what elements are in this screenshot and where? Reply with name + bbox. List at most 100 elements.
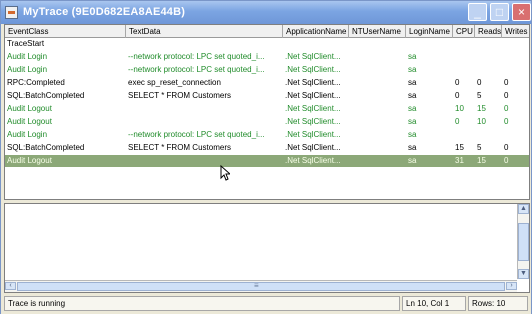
table-row[interactable]: Audit Login --network protocol: LPC set q… [5, 129, 529, 141]
table-cell-eventclass: Audit Logout [7, 104, 52, 113]
table-cell-applicationname: .Net SqlClient... [285, 117, 341, 126]
close-button[interactable]: × [512, 3, 531, 21]
table-cell-reads [475, 51, 502, 63]
table-cell-applicationname: .Net SqlClient... [285, 156, 341, 165]
table-cell-loginname: sa [408, 156, 417, 165]
table-cell-loginname: sa [408, 104, 417, 113]
table-cell-eventclass: Audit Login [7, 52, 48, 61]
table-cell-applicationname: .Net SqlClient... [285, 52, 341, 61]
scroll-up-button[interactable]: ▲ [518, 204, 529, 214]
table-cell-textdata: --network protocol: LPC set quoted_i... [128, 52, 265, 61]
table-cell-cpu: 15 [455, 143, 464, 152]
table-row[interactable]: Audit Logout .Net SqlClient... sa 0 10 0 [5, 116, 529, 128]
table-cell-loginname: sa [408, 117, 417, 126]
table-cell-cpu: 0 [455, 91, 460, 100]
table-cell-writes: 0 [504, 104, 509, 113]
table-cell-reads: 5 [477, 91, 482, 100]
column-header-reads[interactable]: Reads [475, 25, 502, 38]
table-cell-applicationname: .Net SqlClient... [285, 78, 341, 87]
table-cell-ntusername [349, 103, 406, 115]
table-row[interactable]: Audit Login --network protocol: LPC set q… [5, 51, 529, 63]
table-cell-eventclass: TraceStart [7, 39, 45, 48]
column-header-loginname[interactable]: LoginName [406, 25, 453, 38]
table-row[interactable]: TraceStart [5, 38, 529, 50]
table-cell-ntusername [349, 38, 406, 50]
sql-trace-window: MyTrace (9E0D682EA8AE44B) _ □ × EventCla… [0, 0, 532, 314]
table-cell-ntusername [349, 142, 406, 154]
column-header-textdata[interactable]: TextData [126, 25, 283, 38]
event-detail-pane[interactable]: ▲ ▼ ‹ › [4, 203, 530, 293]
table-cell-reads: 5 [477, 143, 482, 152]
table-cell-cpu: 31 [455, 156, 464, 165]
table-cell-applicationname [283, 38, 349, 50]
detail-horizontal-thumb[interactable] [17, 281, 505, 291]
trace-status: Trace is running [4, 296, 400, 311]
table-cell-eventclass: SQL:BatchCompleted [7, 143, 85, 152]
table-cell-loginname: sa [408, 91, 417, 100]
detail-vertical-thumb[interactable] [518, 223, 529, 261]
table-row[interactable]: RPC:Completed exec sp_reset_connection .Ne… [5, 77, 529, 89]
table-cell-textdata: --network protocol: LPC set quoted_i... [128, 130, 265, 139]
table-cell-applicationname: .Net SqlClient... [285, 130, 341, 139]
table-row[interactable]: Audit Logout .Net SqlClient... sa 10 15 0 [5, 103, 529, 115]
table-cell-ntusername [349, 51, 406, 63]
detail-horizontal-scrollbar[interactable]: ‹ › [5, 280, 517, 292]
table-cell-cpu [453, 64, 475, 76]
table-cell-reads [475, 38, 502, 50]
scroll-down-button[interactable]: ▼ [518, 269, 529, 279]
table-cell-writes [502, 129, 529, 141]
detail-vertical-scrollbar[interactable]: ▲ ▼ [517, 204, 529, 279]
trace-results-grid[interactable]: EventClass TextData ApplicationName NTUs… [4, 24, 530, 200]
detail-scroll-right-button[interactable]: › [506, 282, 517, 290]
table-cell-eventclass: RPC:Completed [7, 78, 65, 87]
table-cell-cpu: 0 [455, 117, 460, 126]
table-cell-textdata [126, 155, 283, 167]
table-cell-loginname [406, 38, 453, 50]
table-cell-writes: 0 [504, 143, 509, 152]
maximize-button[interactable]: □ [490, 3, 509, 21]
table-cell-loginname: sa [408, 130, 417, 139]
table-cell-reads: 0 [477, 78, 482, 87]
column-header-writes[interactable]: Writes [502, 25, 529, 38]
table-cell-applicationname: .Net SqlClient... [285, 91, 341, 100]
table-cell-writes [502, 51, 529, 63]
table-cell-eventclass: SQL:BatchCompleted [7, 91, 85, 100]
table-cell-textdata: exec sp_reset_connection [128, 78, 221, 87]
table-cell-eventclass: Audit Login [7, 65, 48, 74]
table-cell-cpu: 10 [455, 104, 464, 113]
table-cell-cpu [453, 38, 475, 50]
detail-scroll-left-button[interactable]: ‹ [5, 282, 16, 290]
table-cell-textdata [126, 116, 283, 128]
table-cell-textdata [126, 103, 283, 115]
table-cell-cpu [453, 129, 475, 141]
title-bar[interactable]: MyTrace (9E0D682EA8AE44B) _ □ × [1, 1, 531, 24]
column-header-cpu[interactable]: CPU [453, 25, 475, 38]
table-row[interactable]: SQL:BatchCompleted SELECT * FROM Customer… [5, 142, 529, 154]
table-cell-reads [475, 64, 502, 76]
table-cell-writes: 0 [504, 78, 509, 87]
table-row[interactable]: Audit Logout .Net SqlClient... sa 31 15 0 [5, 155, 529, 167]
table-cell-textdata [126, 38, 283, 50]
table-cell-writes: 0 [504, 156, 509, 165]
table-cell-cpu: 0 [455, 78, 460, 87]
table-cell-loginname: sa [408, 65, 417, 74]
table-cell-ntusername [349, 129, 406, 141]
trace-app-icon [5, 6, 18, 19]
minimize-button[interactable]: _ [468, 3, 487, 21]
table-cell-ntusername [349, 90, 406, 102]
cursor-position: Ln 10, Col 1 [402, 296, 466, 311]
table-cell-loginname: sa [408, 52, 417, 61]
table-cell-writes [502, 38, 529, 50]
table-cell-textdata: --network protocol: LPC set quoted_i... [128, 65, 265, 74]
column-header-eventclass[interactable]: EventClass [5, 25, 126, 38]
column-header-applicationname[interactable]: ApplicationName [283, 25, 349, 38]
column-header-ntusername[interactable]: NTUserName [349, 25, 406, 38]
table-cell-textdata: SELECT * FROM Customers [128, 143, 231, 152]
table-cell-ntusername [349, 116, 406, 128]
table-cell-reads: 15 [477, 104, 486, 113]
table-row[interactable]: Audit Login --network protocol: LPC set q… [5, 64, 529, 76]
table-cell-loginname: sa [408, 143, 417, 152]
table-cell-reads: 10 [477, 117, 486, 126]
table-row[interactable]: SQL:BatchCompleted SELECT * FROM Customer… [5, 90, 529, 102]
window-title: MyTrace (9E0D682EA8AE44B) [23, 6, 186, 18]
